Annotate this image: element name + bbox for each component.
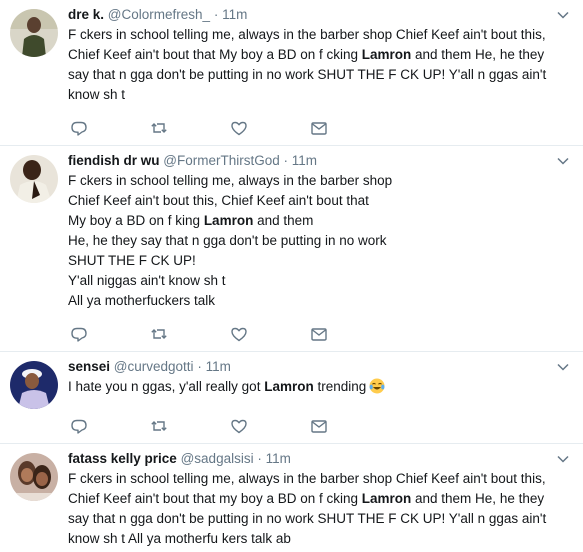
user-handle[interactable]: @Colormefresh_ bbox=[108, 7, 210, 22]
retweet-icon[interactable] bbox=[150, 120, 168, 136]
tweet-actions bbox=[68, 326, 348, 342]
tweet-text: F ckers in school telling me, always in … bbox=[68, 469, 563, 549]
chevron-down-icon[interactable] bbox=[557, 360, 569, 372]
tweet-text: I hate you n ggas, y'all really got Lamr… bbox=[68, 377, 563, 397]
like-icon[interactable] bbox=[230, 326, 248, 342]
timestamp[interactable]: 11m bbox=[206, 359, 231, 374]
tweet-content: dre k. @Colormefresh_ · 11m F ckers in s… bbox=[68, 6, 563, 105]
highlighted-term: Lamron bbox=[361, 491, 412, 506]
user-handle[interactable]: @sadgalsisi bbox=[181, 451, 254, 466]
user-handle[interactable]: @FormerThirstGod bbox=[163, 153, 279, 168]
chevron-down-icon[interactable] bbox=[557, 8, 569, 20]
separator-dot: · bbox=[283, 153, 289, 168]
tweet-text: F ckers in school telling me, always in … bbox=[68, 25, 563, 105]
tweet[interactable]: fiendish dr wu @FormerThirstGod · 11m F … bbox=[0, 146, 583, 352]
like-icon[interactable] bbox=[230, 120, 248, 136]
retweet-icon[interactable] bbox=[150, 326, 168, 342]
tweet-text: F ckers in school telling me, always in … bbox=[68, 171, 563, 311]
tweet-text-segment: I hate you n ggas, y'all really got bbox=[68, 379, 265, 394]
separator-dot: · bbox=[257, 451, 262, 466]
highlighted-term: Lamron bbox=[264, 379, 314, 394]
tweet-content: fatass kelly price @sadgalsisi · 11m F c… bbox=[68, 450, 563, 549]
separator-dot: · bbox=[197, 359, 202, 374]
chevron-down-icon[interactable] bbox=[557, 154, 569, 166]
tweet-header: sensei @curvedgotti · 11m bbox=[68, 358, 563, 376]
timeline-feed: dre k. @Colormefresh_ · 11m F ckers in s… bbox=[0, 0, 583, 552]
tweet-content: fiendish dr wu @FormerThirstGod · 11m F … bbox=[68, 152, 563, 311]
reply-icon[interactable] bbox=[70, 418, 88, 434]
like-icon[interactable] bbox=[230, 418, 248, 434]
tweet[interactable]: sensei @curvedgotti · 11m I hate you n g… bbox=[0, 352, 583, 444]
timestamp[interactable]: 11m bbox=[222, 7, 247, 22]
display-name[interactable]: sensei bbox=[68, 359, 110, 374]
timestamp[interactable]: 11m bbox=[292, 153, 317, 168]
tweet-header: fiendish dr wu @FormerThirstGod · 11m bbox=[68, 152, 563, 170]
avatar[interactable] bbox=[10, 155, 58, 203]
tweet-header: dre k. @Colormefresh_ · 11m bbox=[68, 6, 563, 24]
direct-message-icon[interactable] bbox=[310, 120, 328, 136]
tweet[interactable]: fatass kelly price @sadgalsisi · 11m F c… bbox=[0, 444, 583, 552]
display-name[interactable]: fiendish dr wu bbox=[68, 153, 160, 168]
separator-dot: · bbox=[213, 7, 219, 22]
tweet-content: sensei @curvedgotti · 11m I hate you n g… bbox=[68, 358, 563, 397]
display-name[interactable]: fatass kelly price bbox=[68, 451, 177, 466]
user-handle[interactable]: @curvedgotti bbox=[114, 359, 194, 374]
tweet-header: fatass kelly price @sadgalsisi · 11m bbox=[68, 450, 563, 468]
avatar[interactable] bbox=[10, 361, 58, 409]
reply-icon[interactable] bbox=[70, 120, 88, 136]
timestamp[interactable]: 11m bbox=[266, 451, 291, 466]
avatar[interactable] bbox=[10, 9, 58, 57]
retweet-icon[interactable] bbox=[150, 418, 168, 434]
tweet-actions bbox=[68, 418, 348, 434]
avatar[interactable] bbox=[10, 453, 58, 501]
reply-icon[interactable] bbox=[70, 326, 88, 342]
chevron-down-icon[interactable] bbox=[557, 452, 569, 464]
direct-message-icon[interactable] bbox=[310, 326, 328, 342]
highlighted-term: Lamron bbox=[203, 213, 254, 228]
highlighted-term: Lamron bbox=[361, 47, 412, 62]
direct-message-icon[interactable] bbox=[310, 418, 328, 434]
display-name[interactable]: dre k. bbox=[68, 7, 104, 22]
tweet-actions bbox=[68, 120, 348, 136]
tears-of-joy-emoji-icon bbox=[369, 378, 385, 394]
tweet[interactable]: dre k. @Colormefresh_ · 11m F ckers in s… bbox=[0, 0, 583, 146]
tweet-text-segment: trending bbox=[313, 379, 367, 394]
